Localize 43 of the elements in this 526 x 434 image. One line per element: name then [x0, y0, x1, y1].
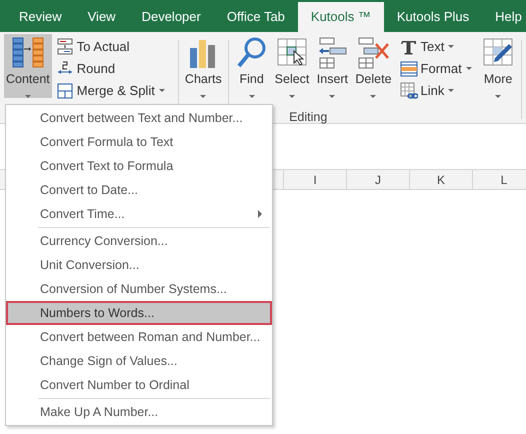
ribbon-button[interactable]: Insert [313, 34, 352, 98]
text-icon [400, 38, 418, 56]
ribbon-button[interactable]: Select [272, 34, 312, 98]
menu-item[interactable]: Convert Time... [6, 202, 272, 226]
column-header[interactable]: I [283, 170, 346, 189]
ribbon-tab[interactable]: Help [482, 2, 526, 32]
menu-item[interactable]: Convert between Text and Number... [6, 106, 272, 130]
menu-item[interactable]: Make Up A Number... [6, 400, 272, 424]
format-icon [400, 60, 418, 78]
ribbon-button[interactable]: Format [398, 58, 474, 80]
link-icon [400, 82, 418, 100]
ribbon-button[interactable]: Link [398, 80, 474, 102]
column-header[interactable]: L [472, 170, 526, 189]
menu-item[interactable]: Numbers to Words... [6, 301, 272, 325]
submenu-arrow-icon [258, 210, 262, 218]
ribbon-button[interactable]: Find [232, 34, 271, 98]
ribbon-button[interactable]: Delete [353, 34, 394, 98]
menu-item[interactable]: Convert Number to Ordinal [6, 373, 272, 397]
menu-item[interactable]: Currency Conversion... [6, 229, 272, 253]
column-header[interactable]: K [409, 170, 472, 189]
menu-item[interactable]: Convert Formula to Text [6, 130, 272, 154]
ribbon-button[interactable]: Text [398, 36, 474, 58]
menu-item[interactable]: Convert Text to Formula [6, 154, 272, 178]
ribbon-tab[interactable]: Review [6, 2, 75, 32]
ribbon-button[interactable]: To Actual [54, 36, 167, 58]
menu-item[interactable]: Convert between Roman and Number... [6, 325, 272, 349]
ribbon-tab[interactable]: Kutools ™ [298, 2, 384, 32]
column-header[interactable]: J [346, 170, 409, 189]
grid-icon [56, 82, 74, 100]
ribbon-button[interactable]: Content [4, 34, 52, 98]
ribbon-tab[interactable]: View [74, 2, 129, 32]
ribbon-button[interactable]: More [479, 34, 518, 98]
menu-item[interactable]: Conversion of Number Systems... [6, 277, 272, 301]
menu-item[interactable]: Unit Conversion... [6, 253, 272, 277]
menu-item[interactable]: Change Sign of Values... [6, 349, 272, 373]
menu-item[interactable]: Convert to Date... [6, 178, 272, 202]
ribbon-button[interactable]: Charts [182, 34, 224, 98]
ribbon-tab[interactable]: Kutools Plus [384, 2, 482, 32]
ribbon-tab[interactable]: Developer [128, 2, 214, 32]
delete-icon [356, 36, 390, 70]
ribbon-button[interactable]: Round [54, 58, 167, 80]
ribbon-tab[interactable]: Office Tab [214, 2, 298, 32]
ribbon-button[interactable]: Merge & Split [54, 80, 167, 102]
